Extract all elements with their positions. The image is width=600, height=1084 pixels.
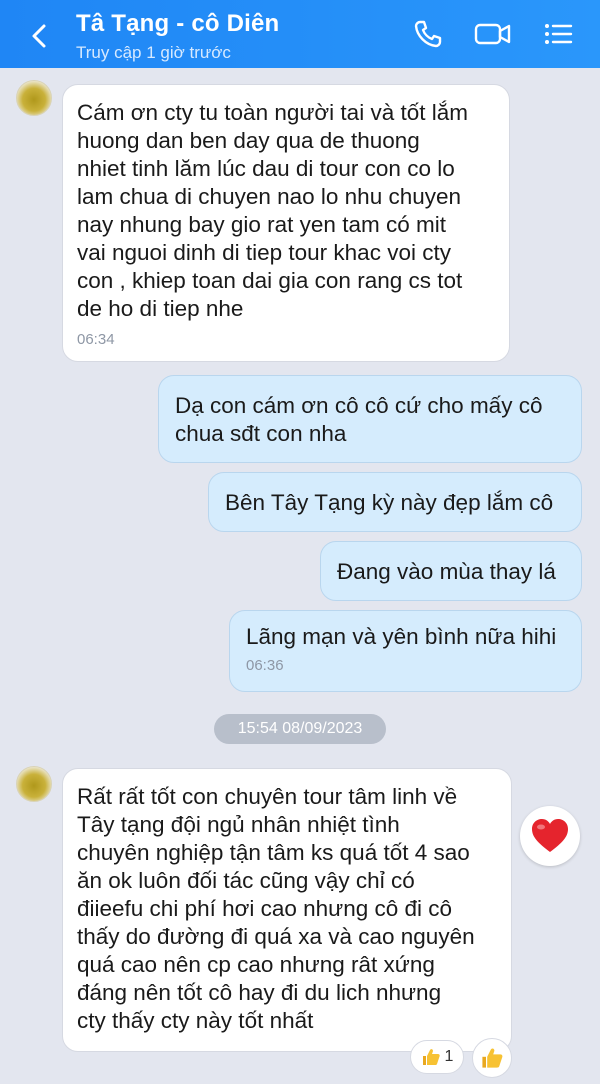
message-text: Rất rất tốt con chuyên tour tâm linh về … (77, 784, 475, 1033)
chat-header: Tâ Tạng - cô Diên Truy cập 1 giờ trước (0, 0, 600, 68)
message-time: 06:36 (246, 657, 284, 674)
heart-icon (532, 819, 568, 852)
message-bubble-incoming[interactable]: Rất rất tốt con chuyên tour tâm linh về … (62, 768, 512, 1052)
message-text: Lãng mạn và yên bình nữa hihi (246, 624, 557, 649)
message-bubble-incoming[interactable]: Cám ơn cty tu toàn người tai và tốt lắm … (62, 84, 510, 362)
message-text: Dạ con cám ơn cô cô cứ cho mấy cô chua s… (175, 393, 543, 446)
chevron-left-icon[interactable] (22, 18, 58, 54)
last-seen-status: Truy cập 1 giờ trước (76, 43, 231, 62)
message-bubble-outgoing[interactable]: Lãng mạn và yên bình nữa hihi 06:36 (229, 610, 582, 692)
list-icon[interactable] (542, 18, 574, 50)
thumbs-up-icon (422, 1049, 440, 1065)
video-icon[interactable] (474, 18, 512, 50)
phone-icon[interactable] (412, 18, 444, 50)
message-text: Đang vào mùa thay lá (337, 559, 556, 584)
message-text: Bên Tây Tạng kỳ này đẹp lắm cô (225, 490, 554, 515)
message-text: Cám ơn cty tu toàn người tai và tốt lắm … (77, 100, 468, 321)
thumbs-up-icon (482, 1048, 503, 1068)
like-button[interactable] (472, 1038, 512, 1078)
reaction-summary[interactable]: 1 (410, 1040, 464, 1074)
avatar[interactable] (16, 766, 52, 802)
avatar[interactable] (16, 80, 52, 116)
message-bubble-outgoing[interactable]: Bên Tây Tạng kỳ này đẹp lắm cô (208, 472, 582, 532)
reaction-count: 1 (444, 1048, 454, 1065)
date-divider: 15:54 08/09/2023 (214, 714, 386, 744)
heart-reaction-button[interactable] (520, 806, 580, 866)
message-bubble-outgoing[interactable]: Đang vào mùa thay lá (320, 541, 582, 601)
contact-name[interactable]: Tâ Tạng - cô Diên (76, 10, 279, 38)
message-bubble-outgoing[interactable]: Dạ con cám ơn cô cô cứ cho mấy cô chua s… (158, 375, 582, 463)
message-time: 06:34 (77, 331, 115, 348)
